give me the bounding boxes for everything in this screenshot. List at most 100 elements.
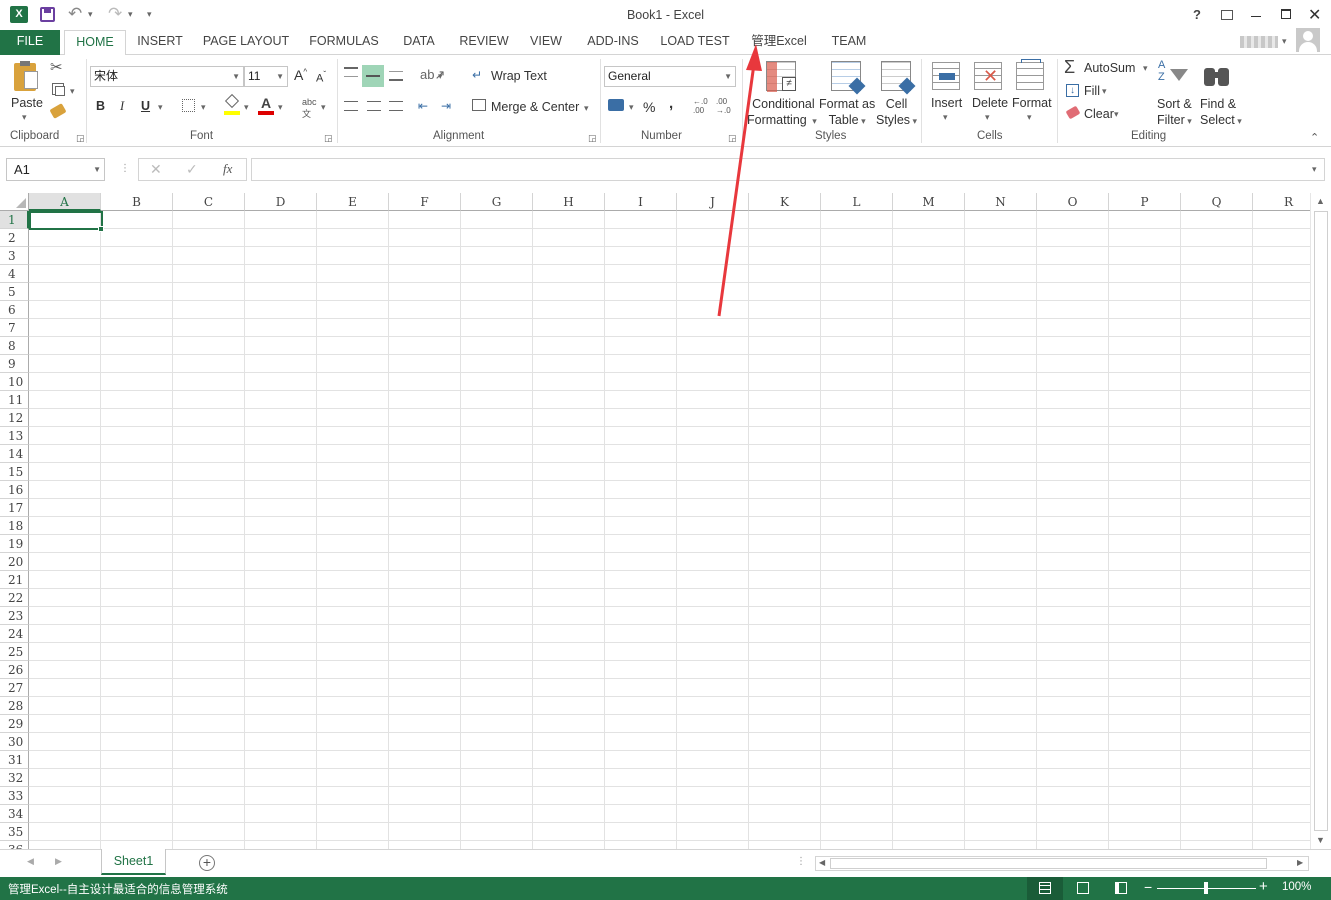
tab-add-ins[interactable]: ADD-INS [583,30,643,55]
bottom-align-icon[interactable] [389,71,403,81]
cell-styles-icon[interactable] [881,61,916,95]
row-header[interactable]: 5 [0,283,29,301]
row-header[interactable]: 1 [0,211,29,229]
confirm-entry-icon[interactable]: ✓ [186,161,198,178]
column-header[interactable]: F [389,193,461,211]
tab-data[interactable]: DATA [397,30,441,55]
clear-dropdown-icon[interactable]: ▾ [1114,109,1119,120]
column-header[interactable]: O [1037,193,1109,211]
row-header[interactable]: 13 [0,427,29,445]
scroll-left-icon[interactable]: ◀ [819,858,825,867]
align-center-icon[interactable] [367,101,381,111]
row-header[interactable]: 7 [0,319,29,337]
row-header[interactable]: 6 [0,301,29,319]
insert-dropdown-icon[interactable]: ▾ [943,112,948,123]
insert-function-icon[interactable]: fx [223,161,232,177]
align-left-icon[interactable] [344,101,358,111]
row-header[interactable]: 23 [0,607,29,625]
clipboard-paste-icon[interactable] [12,61,40,93]
accounting-format-icon[interactable] [608,99,624,111]
column-header[interactable]: G [461,193,533,211]
collapse-ribbon-icon[interactable]: ⌃ [1310,131,1319,144]
row-header[interactable]: 17 [0,499,29,517]
cut-icon[interactable]: ✂ [50,58,63,76]
sheet-tab-sheet1[interactable]: Sheet1 [101,849,166,875]
orientation-dropdown-icon[interactable]: ▾ [438,71,443,82]
merge-center-icon[interactable] [472,99,486,111]
delete-cells-icon[interactable]: ✕ [974,62,1002,90]
row-header[interactable]: 9 [0,355,29,373]
grow-font-button[interactable]: A^ [294,67,307,83]
row-header[interactable]: 12 [0,409,29,427]
row-header[interactable]: 32 [0,769,29,787]
clear-button[interactable]: Clear [1084,107,1114,121]
ribbon-display-options-icon[interactable] [1221,10,1233,20]
row-header[interactable]: 22 [0,589,29,607]
font-size-select[interactable]: 11 ▼ [244,66,288,87]
fill-color-dropdown-icon[interactable]: ▾ [244,102,249,113]
row-header[interactable]: 15 [0,463,29,481]
prev-sheet-icon[interactable]: ◀ [27,856,34,867]
italic-button[interactable]: I [120,99,124,114]
fill-icon[interactable]: ↓ [1066,84,1079,97]
paste-dropdown-icon[interactable]: ▾ [22,112,27,123]
alignment-launcher-icon[interactable]: ◲ [588,133,597,144]
zoom-level[interactable]: 100% [1282,881,1311,893]
tab-splitter[interactable]: ⋮ [796,856,806,867]
help-button[interactable]: ? [1193,7,1201,22]
vertical-scrollbar[interactable]: ▲ ▼ [1310,193,1331,849]
format-painter-icon[interactable] [49,103,67,119]
row-header[interactable]: 30 [0,733,29,751]
phonetic-icon[interactable]: abc 文 [302,97,317,120]
decrease-indent-icon[interactable]: ⇤ [418,99,428,113]
tab-home[interactable]: HOME [64,30,126,56]
new-sheet-button[interactable]: + [199,855,215,871]
maximize-button[interactable] [1281,9,1291,19]
account-dropdown-icon[interactable]: ▾ [1282,36,1287,47]
format-cells-button[interactable]: Format [1012,96,1052,110]
account-name[interactable] [1240,36,1278,48]
column-header[interactable]: M [893,193,965,211]
autosum-icon[interactable]: Σ [1064,57,1075,78]
font-launcher-icon[interactable]: ◲ [324,133,333,144]
cancel-entry-icon[interactable]: ✕ [150,161,162,178]
row-header[interactable]: 3 [0,247,29,265]
fill-handle[interactable] [98,226,104,232]
tab-view[interactable]: VIEW [527,30,565,55]
column-header[interactable]: E [317,193,389,211]
row-header[interactable]: 14 [0,445,29,463]
column-header[interactable]: H [533,193,605,211]
row-header[interactable]: 20 [0,553,29,571]
row-header[interactable]: 28 [0,697,29,715]
eraser-icon[interactable] [1065,105,1081,120]
close-button[interactable]: ✕ [1308,5,1321,25]
row-header[interactable]: 29 [0,715,29,733]
fill-button[interactable]: Fill [1084,84,1100,98]
wrap-text-button[interactable]: Wrap Text [491,69,547,83]
delete-dropdown-icon[interactable]: ▾ [985,112,990,123]
formula-bar-splitter[interactable]: ⋮ [120,163,130,174]
tab-team[interactable]: TEAM [826,30,872,55]
underline-dropdown-icon[interactable]: ▾ [158,102,163,113]
minimize-button[interactable] [1251,16,1261,17]
clipboard-launcher-icon[interactable]: ◲ [76,133,85,144]
row-header[interactable]: 36 [0,841,29,849]
bold-button[interactable]: B [96,99,105,113]
copy-icon[interactable] [52,83,65,96]
fill-dropdown-icon[interactable]: ▾ [1102,86,1107,97]
horizontal-scroll-thumb[interactable] [830,858,1267,869]
avatar[interactable] [1296,28,1320,52]
align-right-icon[interactable] [389,101,403,111]
column-header[interactable]: I [605,193,677,211]
insert-cells-icon[interactable] [932,62,960,90]
scroll-down-icon[interactable]: ▼ [1316,835,1325,845]
comma-style-button[interactable]: , [669,95,673,112]
row-header[interactable]: 16 [0,481,29,499]
column-header[interactable]: C [173,193,245,211]
row-header[interactable]: 27 [0,679,29,697]
active-cell-a1[interactable] [29,211,103,230]
row-header[interactable]: 8 [0,337,29,355]
tab-page-layout[interactable]: PAGE LAYOUT [200,30,292,55]
formula-input[interactable] [251,158,1325,181]
tab-insert[interactable]: INSERT [134,30,186,55]
